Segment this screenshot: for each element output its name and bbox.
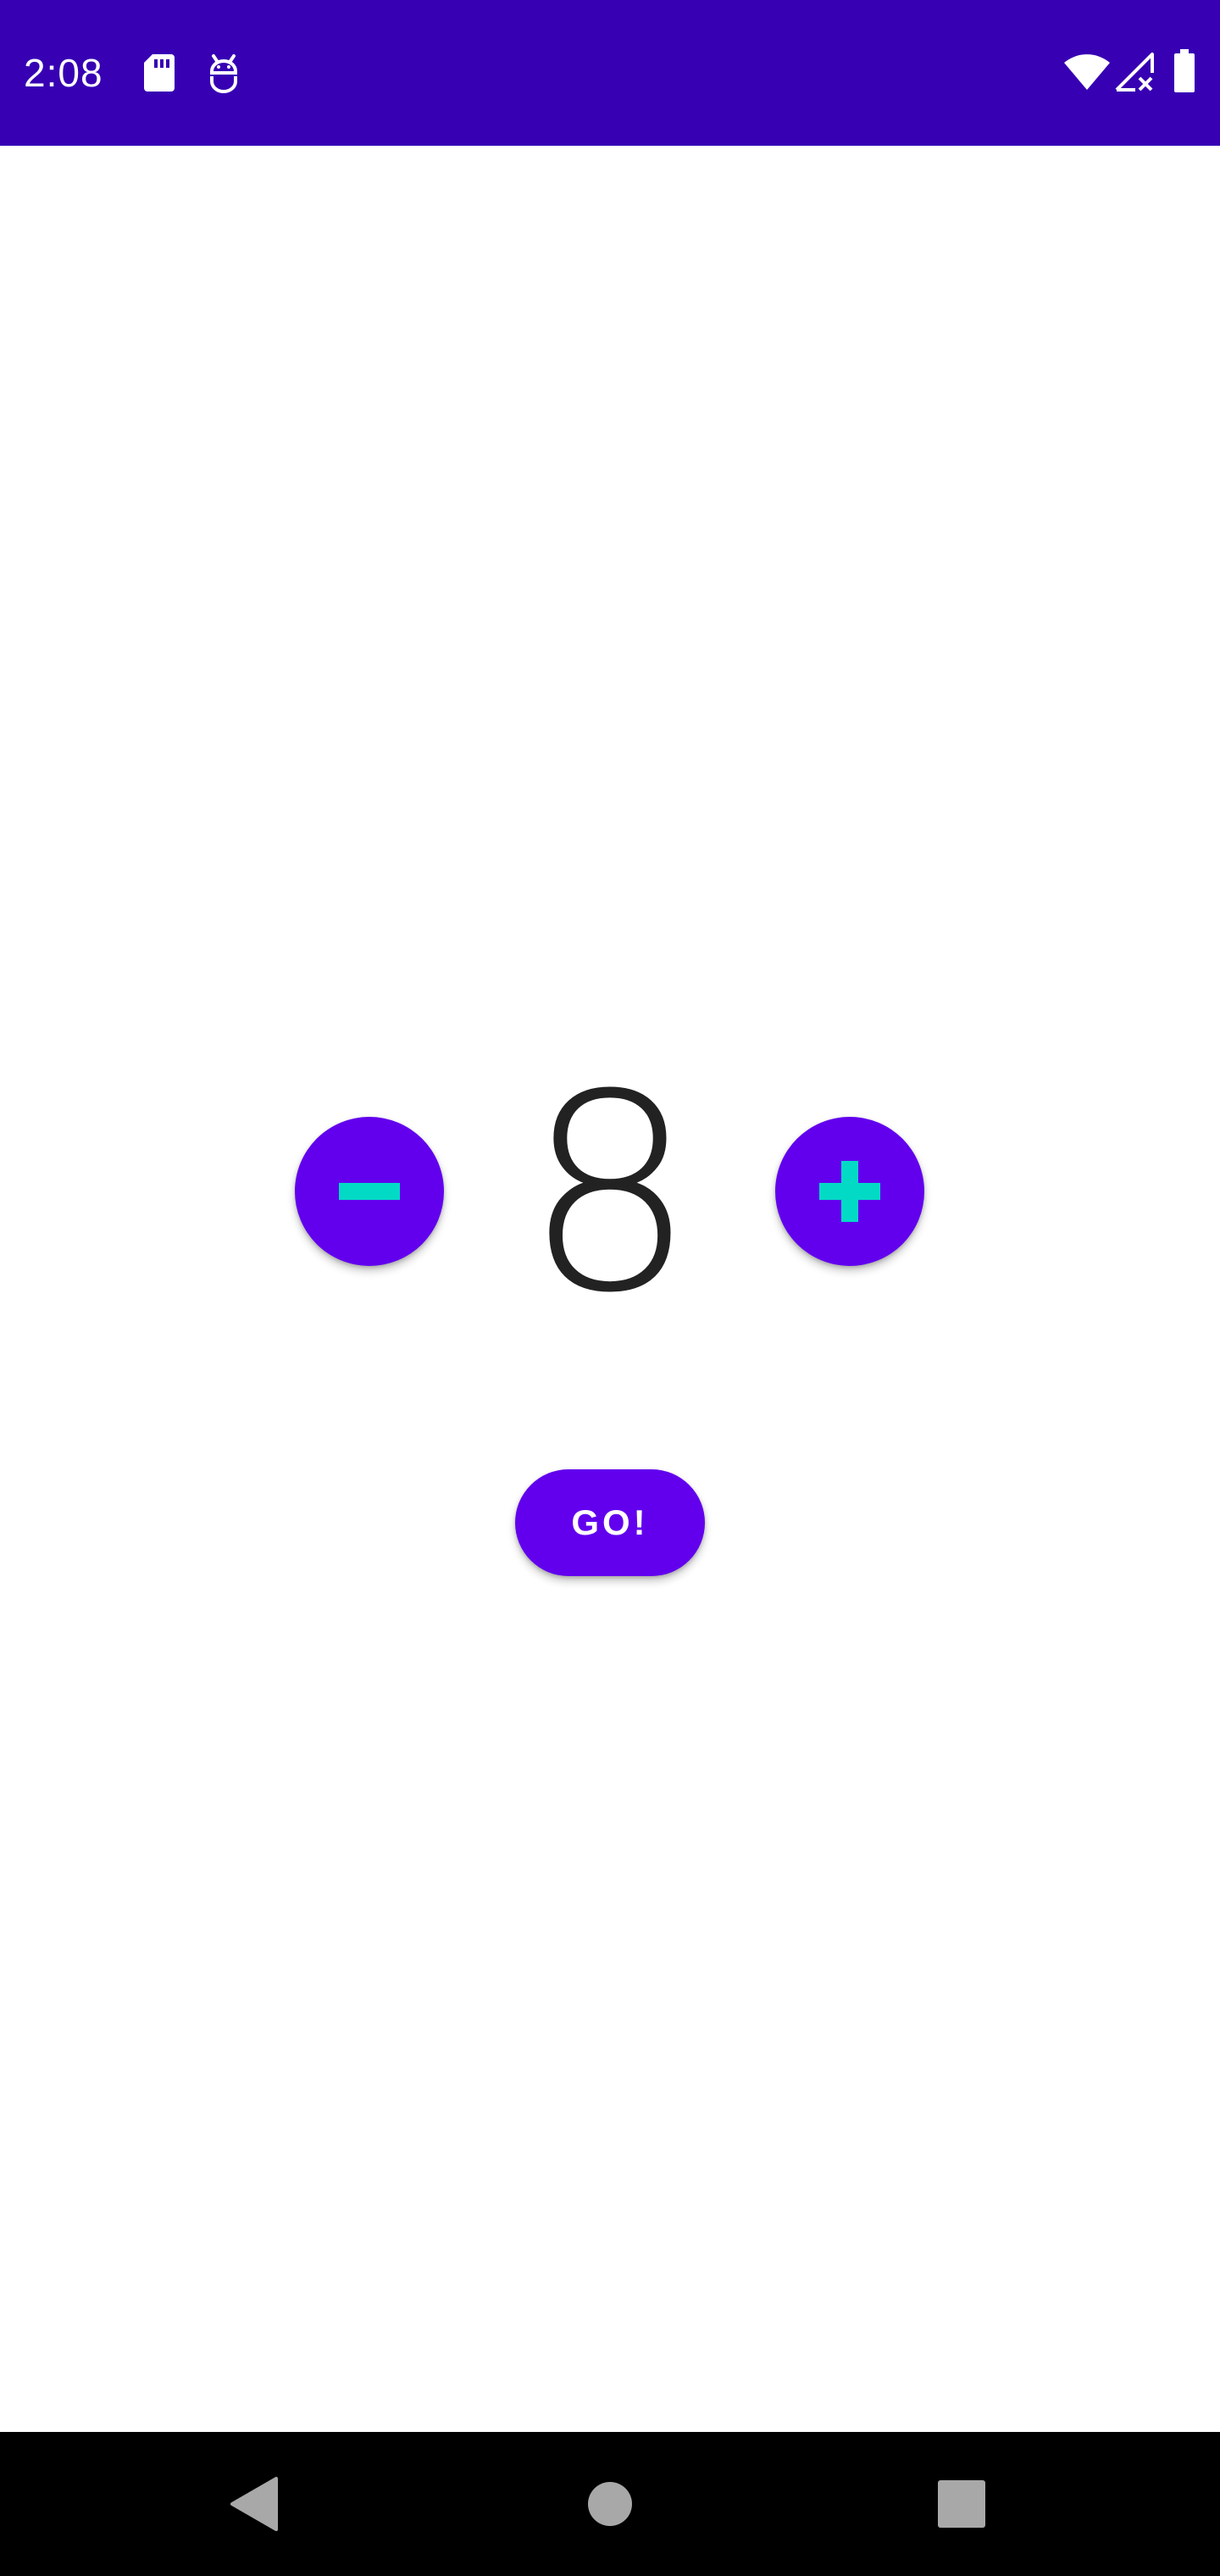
android-debug-icon <box>210 54 237 93</box>
increment-button[interactable] <box>775 1117 924 1266</box>
back-icon[interactable] <box>222 2470 290 2538</box>
navigation-bar <box>0 2432 1220 2576</box>
sd-card-icon <box>144 54 175 92</box>
home-icon[interactable] <box>576 2470 644 2538</box>
decrement-button[interactable] <box>295 1117 444 1266</box>
cellular-no-signal-icon <box>1115 53 1154 92</box>
battery-icon <box>1174 49 1195 92</box>
status-time: 2:08 <box>24 51 103 95</box>
counter-value: 8 <box>524 1037 696 1352</box>
go-button[interactable]: GO! <box>515 1469 705 1576</box>
minus-icon <box>339 1183 400 1200</box>
plus-icon <box>819 1161 880 1222</box>
counter-stepper: 8 <box>0 1051 1220 1339</box>
status-bar: 2:08 <box>0 0 1220 146</box>
wifi-icon <box>1064 54 1110 90</box>
recent-apps-icon[interactable] <box>928 2470 995 2538</box>
